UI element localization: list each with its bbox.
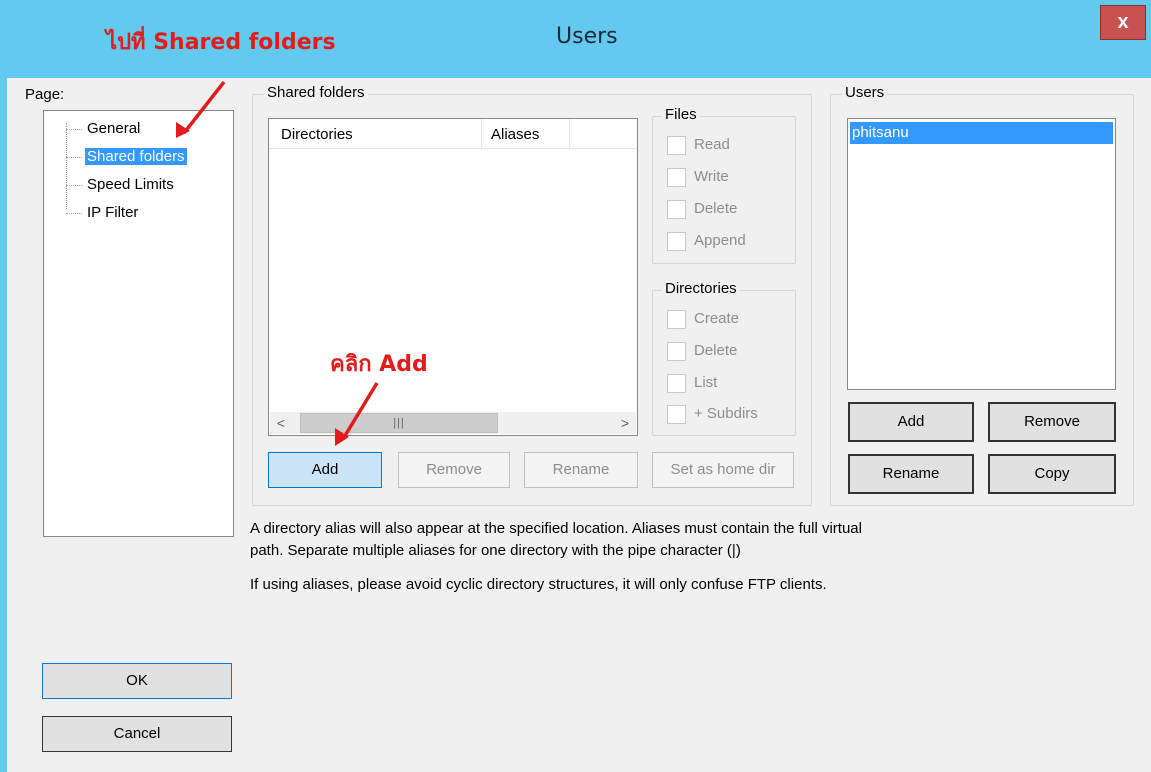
arrowhead-shared-folders [176, 122, 190, 138]
annotation-arrows [176, 80, 379, 446]
arrow-to-add [341, 382, 379, 440]
users-dialog: Users x ไปที่ Shared folders Page: Gener… [0, 0, 1151, 772]
arrow-to-shared-folders [182, 80, 226, 135]
